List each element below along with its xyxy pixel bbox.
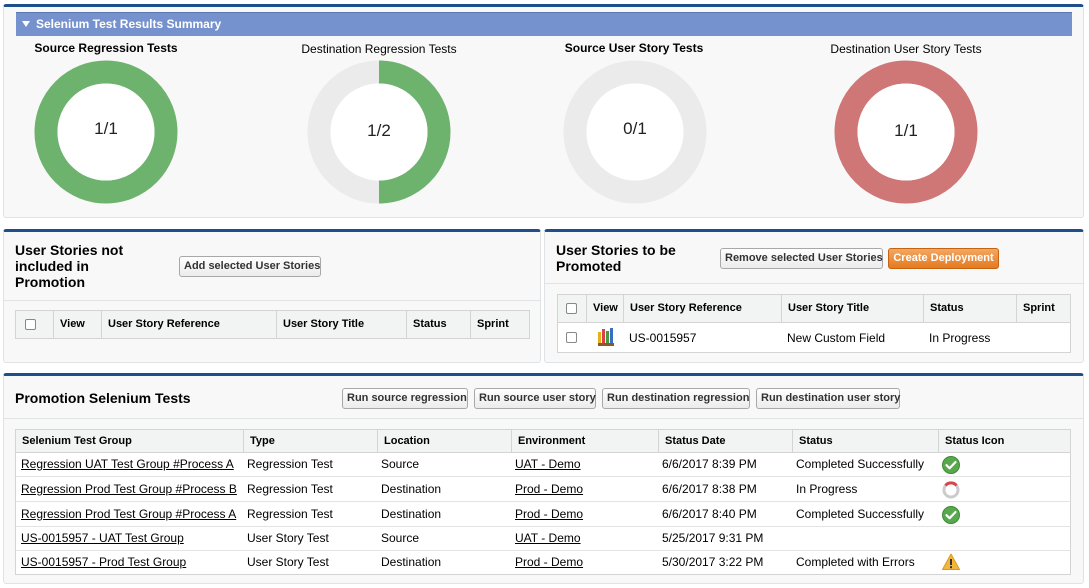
column-header: Type bbox=[243, 430, 377, 452]
gauge-value: 1/1 bbox=[94, 119, 118, 138]
remove-selected-user-stories-button[interactable]: Remove selected User Stories bbox=[720, 248, 883, 269]
in-progress-icon bbox=[942, 481, 960, 499]
check-icon bbox=[942, 506, 960, 524]
table-header: View User Story Reference User Story Tit… bbox=[558, 295, 1070, 323]
test-type: Regression Test bbox=[247, 457, 333, 471]
column-header: Status bbox=[406, 311, 470, 338]
table-row: US-0015957 - Prod Test Group User Story … bbox=[16, 551, 1070, 574]
environment-link[interactable]: Prod - Demo bbox=[515, 555, 583, 569]
environment-link[interactable]: UAT - Demo bbox=[515, 531, 581, 545]
test-type: Regression Test bbox=[247, 507, 333, 521]
summary-header-label: Selenium Test Results Summary bbox=[36, 17, 222, 31]
not-included-title: User Stories not included in Promotion bbox=[15, 242, 124, 290]
column-header: User Story Reference bbox=[623, 295, 781, 322]
gauge-destination-user-story: Destination User Story Tests 1/1 bbox=[818, 40, 994, 210]
selenium-tests-table: Selenium Test Group Type Location Enviro… bbox=[15, 429, 1071, 575]
divider bbox=[545, 283, 1083, 284]
run-source-regression-button[interactable]: Run source regression bbox=[342, 388, 468, 409]
gauge-source-regression: Source Regression Tests 1/1 bbox=[20, 40, 192, 210]
column-header: Location bbox=[377, 430, 511, 452]
column-header: Sprint bbox=[1016, 295, 1071, 322]
summary-header[interactable]: Selenium Test Results Summary bbox=[16, 12, 1072, 36]
test-location: Destination bbox=[381, 555, 442, 569]
table-row: Regression Prod Test Group #Process B Re… bbox=[16, 477, 1070, 502]
column-header: Environment bbox=[511, 430, 658, 452]
test-type: User Story Test bbox=[247, 531, 329, 545]
test-group-link[interactable]: US-0015957 - Prod Test Group bbox=[21, 555, 186, 569]
table-row: Regression Prod Test Group #Process A Re… bbox=[16, 502, 1070, 527]
table-row: US-0015957 New Custom Field In Progress bbox=[558, 322, 1070, 352]
not-included-table: View User Story Reference User Story Tit… bbox=[15, 310, 530, 339]
status-date: 6/6/2017 8:39 PM bbox=[662, 457, 757, 471]
table-header: Selenium Test Group Type Location Enviro… bbox=[16, 430, 1070, 453]
status-date: 6/6/2017 8:38 PM bbox=[662, 482, 757, 496]
user-story-title: New Custom Field bbox=[787, 331, 886, 345]
warning-icon bbox=[942, 553, 960, 570]
column-header: View bbox=[53, 311, 103, 338]
test-location: Destination bbox=[381, 507, 442, 521]
column-header: Status bbox=[792, 430, 938, 452]
environment-link[interactable]: UAT - Demo bbox=[515, 457, 581, 471]
add-selected-user-stories-button[interactable]: Add selected User Stories bbox=[179, 256, 321, 277]
test-group-link[interactable]: Regression UAT Test Group #Process A bbox=[21, 457, 234, 471]
status-date: 5/25/2017 9:31 PM bbox=[662, 531, 764, 545]
gauge-value: 1/2 bbox=[367, 121, 391, 140]
run-destination-user-story-button[interactable]: Run destination user story bbox=[756, 388, 900, 409]
status-date: 5/30/2017 3:22 PM bbox=[662, 555, 764, 569]
table-row: Regression UAT Test Group #Process A Reg… bbox=[16, 452, 1070, 477]
to-promote-title: User Stories to be Promoted bbox=[556, 242, 676, 274]
status-text: In Progress bbox=[796, 482, 858, 496]
column-header: Sprint bbox=[470, 311, 530, 338]
gauge-value: 0/1 bbox=[623, 119, 647, 138]
gauge-source-user-story: Source User Story Tests 0/1 bbox=[548, 40, 720, 210]
test-location: Destination bbox=[381, 482, 442, 496]
row-checkbox[interactable] bbox=[566, 332, 577, 343]
test-location: Source bbox=[381, 531, 420, 545]
gauge-label: Destination User Story Tests bbox=[830, 42, 982, 56]
environment-link[interactable]: Prod - Demo bbox=[515, 507, 583, 521]
user-story-reference: US-0015957 bbox=[629, 331, 697, 345]
status-text: Completed Successfully bbox=[796, 507, 925, 521]
to-promote-table: View User Story Reference User Story Tit… bbox=[557, 294, 1071, 353]
test-type: User Story Test bbox=[247, 555, 329, 569]
environment-link[interactable]: Prod - Demo bbox=[515, 482, 583, 496]
column-header: User Story Title bbox=[781, 295, 923, 322]
column-header: User Story Reference bbox=[101, 311, 276, 338]
test-group-link[interactable]: Regression Prod Test Group #Process B bbox=[21, 482, 237, 496]
test-group-link[interactable]: US-0015957 - UAT Test Group bbox=[21, 531, 184, 545]
column-header: Status Date bbox=[658, 430, 792, 452]
table-row: US-0015957 - UAT Test Group User Story T… bbox=[16, 527, 1070, 551]
divider bbox=[4, 300, 540, 301]
select-all-column bbox=[558, 295, 587, 322]
user-story-status: In Progress bbox=[929, 331, 991, 345]
status-date: 6/6/2017 8:40 PM bbox=[662, 507, 757, 521]
select-all-checkbox[interactable] bbox=[25, 319, 36, 330]
gauge-value: 1/1 bbox=[894, 121, 918, 140]
create-deployment-button[interactable]: Create Deployment bbox=[888, 248, 999, 269]
run-destination-regression-button[interactable]: Run destination regression bbox=[602, 388, 750, 409]
column-header: Selenium Test Group bbox=[22, 435, 132, 447]
collapse-triangle-icon[interactable] bbox=[22, 21, 30, 28]
gauge-destination-regression: Destination Regression Tests 1/2 bbox=[290, 40, 468, 210]
select-all-checkbox[interactable] bbox=[566, 303, 577, 314]
test-group-link[interactable]: Regression Prod Test Group #Process A bbox=[21, 507, 236, 521]
column-header: User Story Title bbox=[276, 311, 406, 338]
divider bbox=[4, 418, 1083, 419]
column-header: Status Icon bbox=[938, 430, 1071, 452]
check-icon bbox=[942, 456, 960, 474]
test-location: Source bbox=[381, 457, 420, 471]
status-text: Completed with Errors bbox=[796, 555, 915, 569]
select-all-column bbox=[16, 311, 53, 338]
gauge-label: Destination Regression Tests bbox=[301, 42, 457, 56]
run-source-user-story-button[interactable]: Run source user story bbox=[474, 388, 596, 409]
status-text: Completed Successfully bbox=[796, 457, 925, 471]
selenium-title: Promotion Selenium Tests bbox=[15, 390, 191, 406]
column-header: Status bbox=[923, 295, 1017, 322]
view-user-story-icon[interactable] bbox=[596, 326, 616, 348]
gauge-label: Source Regression Tests bbox=[34, 41, 178, 55]
table-header: View User Story Reference User Story Tit… bbox=[16, 311, 529, 339]
test-type: Regression Test bbox=[247, 482, 333, 496]
column-header: View bbox=[586, 295, 624, 322]
gauge-label: Source User Story Tests bbox=[564, 41, 704, 55]
